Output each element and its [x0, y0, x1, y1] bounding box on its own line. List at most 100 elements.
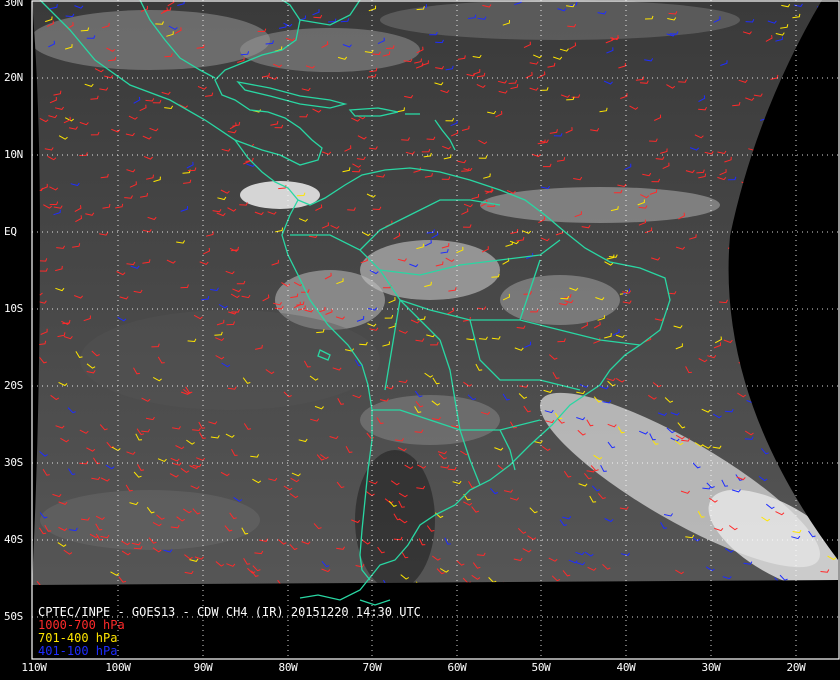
- lon-label-90w: 90W: [193, 661, 213, 674]
- wind-barb: [806, 474, 815, 482]
- wind-barb: [739, 196, 747, 203]
- wind-barb: [813, 108, 823, 113]
- wind-barb: [74, 585, 81, 591]
- wind-barb: [805, 215, 815, 220]
- wind-barb: [823, 443, 833, 448]
- wind-barb: [822, 198, 832, 202]
- wind-barb: [733, 288, 743, 293]
- wind-barb: [815, 584, 823, 585]
- wind-barb: [821, 125, 830, 130]
- wind-barb: [748, 183, 758, 188]
- wind-barb: [170, 586, 177, 591]
- wind-barb: [790, 190, 800, 195]
- wind-barb: [808, 367, 818, 372]
- lon-label-100w: 100W: [105, 661, 131, 674]
- wind-barb: [770, 368, 780, 373]
- wind-barb: [775, 264, 785, 269]
- wind-barb: [818, 309, 828, 313]
- lat-label-20n: 20N: [4, 71, 23, 84]
- wind-barb: [738, 275, 748, 281]
- lat-label-30s: 30S: [4, 456, 23, 469]
- wind-barb: [807, 182, 816, 189]
- lon-label-20w: 20W: [786, 661, 806, 674]
- wind-barb: [824, 4, 833, 10]
- wind-barb: [785, 409, 795, 413]
- wind-barb: [809, 507, 819, 511]
- wind-barb: [800, 416, 810, 422]
- lon-label-70w: 70W: [362, 661, 382, 674]
- wind-barb: [827, 252, 836, 257]
- wind-barb: [535, 589, 543, 593]
- wind-barb: [790, 299, 799, 304]
- wind-barb: [798, 192, 807, 197]
- wind-barb: [549, 594, 557, 598]
- wind-barb: [693, 582, 703, 585]
- wind-barb: [759, 417, 767, 425]
- lat-label-10n: 10N: [4, 148, 23, 161]
- wind-barb: [791, 350, 799, 358]
- lon-label-60w: 60W: [447, 661, 467, 674]
- wind-barb: [811, 172, 821, 176]
- wind-barb: [774, 387, 784, 391]
- wind-barb: [743, 319, 752, 325]
- wind-barb: [822, 361, 832, 366]
- wind-barb: [829, 18, 838, 23]
- wind-barb: [808, 95, 818, 100]
- wind-barb: [573, 588, 581, 592]
- wind-barb: [821, 370, 830, 377]
- wind-barb: [824, 421, 834, 427]
- wind-barb: [749, 338, 759, 343]
- legend-high-level: 401-100 hPa: [38, 644, 118, 658]
- wind-barb: [470, 587, 479, 589]
- wind-barb: [806, 449, 815, 456]
- wind-barb: [803, 268, 813, 273]
- lon-label-40w: 40W: [616, 661, 636, 674]
- wind-barb: [792, 194, 802, 199]
- wind-barb: [811, 197, 821, 202]
- wind-barb: [214, 590, 223, 593]
- satellite-wind-map: 30N 20N 10N EQ 10S 20S 30S 40S 50S 110W …: [0, 0, 840, 680]
- lat-label-20s: 20S: [4, 379, 23, 392]
- wind-barb: [793, 138, 803, 142]
- wind-barb: [780, 190, 790, 195]
- lon-label-80w: 80W: [278, 661, 298, 674]
- wind-barb: [822, 387, 832, 392]
- wind-barb: [793, 449, 803, 456]
- wind-barb: [760, 266, 770, 270]
- wind-barb: [759, 183, 768, 188]
- wind-barb: [696, 584, 705, 585]
- wind-barb: [173, 592, 182, 595]
- lat-label-50s: 50S: [4, 610, 23, 623]
- wind-barb: [270, 593, 276, 599]
- lat-label-30n: 30N: [4, 0, 23, 9]
- wind-barb: [811, 52, 821, 57]
- map-canvas: [31, 0, 840, 660]
- wind-barb: [807, 256, 817, 261]
- wind-barb: [773, 239, 783, 244]
- wind-barb: [800, 285, 810, 289]
- wind-barb: [816, 107, 826, 112]
- lat-label-eq: EQ: [4, 225, 17, 238]
- lat-label-10s: 10S: [4, 302, 23, 315]
- wind-barb: [818, 271, 826, 278]
- wind-barb: [803, 60, 811, 67]
- wind-barb: [793, 178, 802, 184]
- wind-barb: [778, 227, 788, 231]
- wind-barb: [816, 214, 825, 222]
- ir-imagery: [32, 0, 838, 585]
- wind-barb: [816, 383, 826, 389]
- lon-label-30w: 30W: [701, 661, 721, 674]
- wind-barb: [791, 470, 799, 478]
- wind-barb: [814, 349, 824, 354]
- lon-label-110w: 110W: [21, 661, 47, 674]
- wind-barb: [801, 305, 811, 309]
- lat-label-40s: 40S: [4, 533, 23, 546]
- lon-label-50w: 50W: [531, 661, 551, 674]
- wind-barb: [821, 250, 832, 254]
- wind-barb: [760, 351, 769, 357]
- wind-barb: [745, 277, 755, 282]
- wind-barb: [785, 100, 795, 104]
- wind-barb: [802, 363, 812, 369]
- wind-barb: [651, 591, 659, 595]
- wind-barb: [502, 581, 512, 585]
